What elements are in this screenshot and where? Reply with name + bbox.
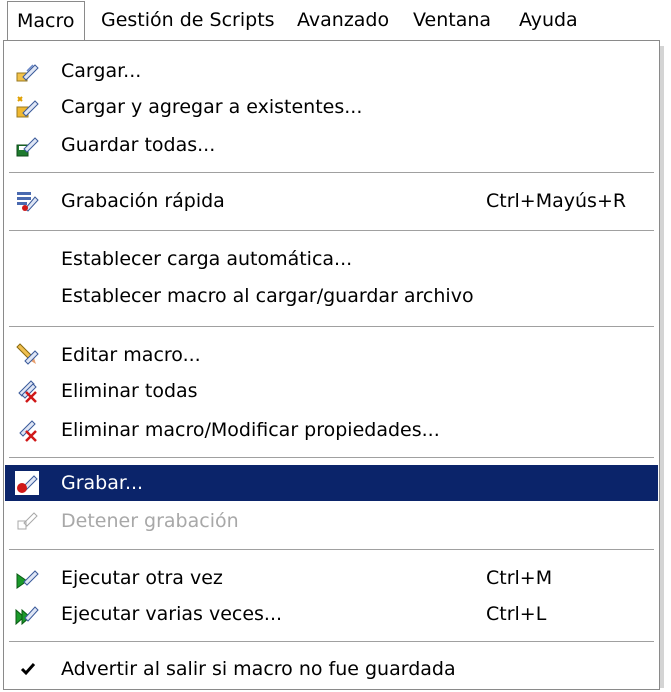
- delete-macro-icon: [15, 418, 39, 442]
- menu-item-label: Establecer carga automática...: [61, 248, 353, 270]
- record-icon: [15, 471, 39, 495]
- menu-item-label: Establecer macro al cargar/guardar archi…: [61, 285, 474, 307]
- load-add-macro-icon: [15, 95, 39, 119]
- stop-record-icon: [15, 509, 39, 533]
- menu-item-carga-automatica[interactable]: Establecer carga automática...: [5, 241, 658, 277]
- run-multiple-icon: [15, 602, 39, 626]
- delete-all-icon: [15, 379, 39, 403]
- menu-item-cargar[interactable]: Cargar...: [5, 53, 658, 89]
- quick-record-icon: [15, 189, 39, 213]
- menu-item-label: Ejecutar varias veces...: [61, 603, 283, 625]
- menu-item-label: Detener grabación: [61, 510, 239, 532]
- menu-item-label: Cargar...: [61, 60, 142, 82]
- menu-item-label: Grabación rápida: [61, 190, 225, 212]
- menu-item-label: Grabar...: [61, 472, 144, 494]
- menu-separator: [9, 549, 654, 551]
- menu-item-label: Guardar todas...: [61, 134, 216, 156]
- checkmark-icon: [19, 660, 37, 678]
- menu-macro[interactable]: Macro: [7, 1, 85, 40]
- menu-item-editar-macro[interactable]: Editar macro...: [5, 337, 658, 373]
- menu-separator: [9, 172, 654, 174]
- edit-macro-icon: [15, 343, 39, 367]
- menu-item-shortcut: Ctrl+L: [486, 603, 547, 625]
- menu-bar: Macro Gestión de Scripts Avanzado Ventan…: [0, 0, 671, 40]
- menu-item-shortcut: Ctrl+M: [486, 567, 553, 589]
- menu-item-shortcut: Ctrl+Mayús+R: [486, 190, 627, 212]
- menu-item-grabar[interactable]: Grabar...: [5, 465, 658, 501]
- menu-item-detener-grabacion[interactable]: Detener grabación: [5, 503, 658, 539]
- menu-item-macro-cargar-guardar[interactable]: Establecer macro al cargar/guardar archi…: [5, 278, 658, 314]
- menu-item-advertir-salir[interactable]: Advertir al salir si macro no fue guarda…: [5, 651, 658, 687]
- menu-item-label: Eliminar todas: [61, 380, 198, 402]
- load-macro-icon: [15, 59, 39, 83]
- run-again-icon: [15, 566, 39, 590]
- menu-item-label: Editar macro...: [61, 344, 201, 366]
- menu-item-ejecutar-varias[interactable]: Ejecutar varias veces... Ctrl+L: [5, 596, 658, 632]
- menu-separator: [9, 457, 654, 459]
- save-macro-icon: [15, 133, 39, 157]
- menu-item-guardar-todas[interactable]: Guardar todas...: [5, 127, 658, 163]
- menu-item-cargar-agregar[interactable]: Cargar y agregar a existentes...: [5, 89, 658, 125]
- menu-item-label: Cargar y agregar a existentes...: [61, 96, 363, 118]
- menu-ventana[interactable]: Ventana: [404, 0, 500, 40]
- menu-item-label: Ejecutar otra vez: [61, 567, 223, 589]
- menu-avanzado[interactable]: Avanzado: [288, 0, 398, 40]
- menu-item-eliminar-todas[interactable]: Eliminar todas: [5, 373, 658, 409]
- menu-item-label: Eliminar macro/Modificar propiedades...: [61, 419, 440, 441]
- menu-separator: [9, 641, 654, 643]
- menu-item-ejecutar-otra-vez[interactable]: Ejecutar otra vez Ctrl+M: [5, 560, 658, 596]
- macro-dropdown-menu: Cargar... Cargar y agregar a existentes.…: [3, 40, 660, 690]
- menu-item-grabacion-rapida[interactable]: Grabación rápida Ctrl+Mayús+R: [5, 183, 658, 219]
- menu-item-label: Advertir al salir si macro no fue guarda…: [61, 658, 456, 680]
- menu-ayuda[interactable]: Ayuda: [510, 0, 587, 40]
- menu-gestion-scripts[interactable]: Gestión de Scripts: [92, 0, 284, 40]
- menu-separator: [9, 326, 654, 328]
- menu-item-eliminar-macro[interactable]: Eliminar macro/Modificar propiedades...: [5, 412, 658, 448]
- menu-separator: [9, 230, 654, 232]
